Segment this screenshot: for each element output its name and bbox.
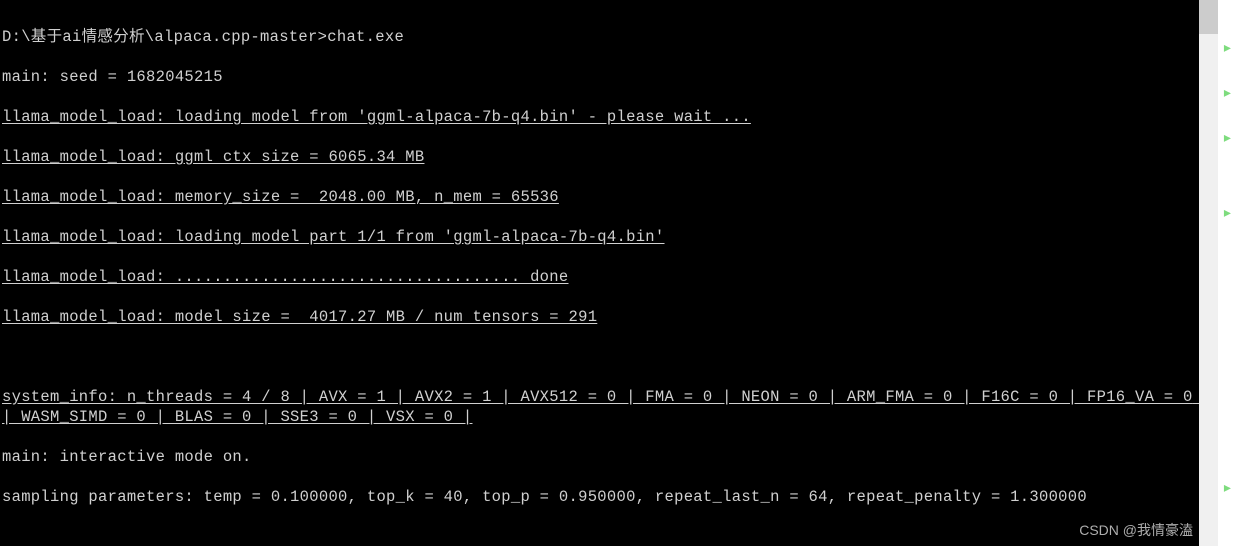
marker-icon: ▸: [1222, 205, 1236, 223]
model-load-line-4: llama_model_load: loading model part 1/1…: [2, 228, 1197, 248]
marker-icon: ▸: [1222, 480, 1236, 498]
scrollbar-thumb[interactable]: [1199, 0, 1218, 34]
system-info-line: system_info: n_threads = 4 / 8 | AVX = 1…: [2, 388, 1197, 428]
marker-icon: ▸: [1222, 85, 1236, 103]
cmd-prompt-line: D:\基于ai情感分析\alpaca.cpp-master>chat.exe: [2, 28, 1197, 48]
model-load-line-1: llama_model_load: loading model from 'gg…: [2, 108, 1197, 128]
terminal-window[interactable]: D:\基于ai情感分析\alpaca.cpp-master>chat.exe m…: [0, 0, 1199, 546]
interactive-mode-line: main: interactive mode on.: [2, 448, 1197, 468]
marker-icon: ▸: [1222, 40, 1236, 58]
seed-line: main: seed = 1682045215: [2, 68, 1197, 88]
marker-icon: ▸: [1222, 130, 1236, 148]
model-load-line-3: llama_model_load: memory_size = 2048.00 …: [2, 188, 1197, 208]
vertical-scrollbar[interactable]: [1199, 0, 1218, 546]
blank-line: [2, 528, 1197, 546]
model-load-line-2: llama_model_load: ggml ctx size = 6065.3…: [2, 148, 1197, 168]
blank-line: [2, 348, 1197, 368]
model-load-line-5: llama_model_load: ......................…: [2, 268, 1197, 288]
sampling-params-line: sampling parameters: temp = 0.100000, to…: [2, 488, 1197, 508]
model-load-line-6: llama_model_load: model size = 4017.27 M…: [2, 308, 1197, 328]
watermark-text: CSDN @我情豪溘: [1079, 520, 1193, 540]
right-gutter: ▸ ▸ ▸ ▸ ▸: [1218, 0, 1239, 546]
